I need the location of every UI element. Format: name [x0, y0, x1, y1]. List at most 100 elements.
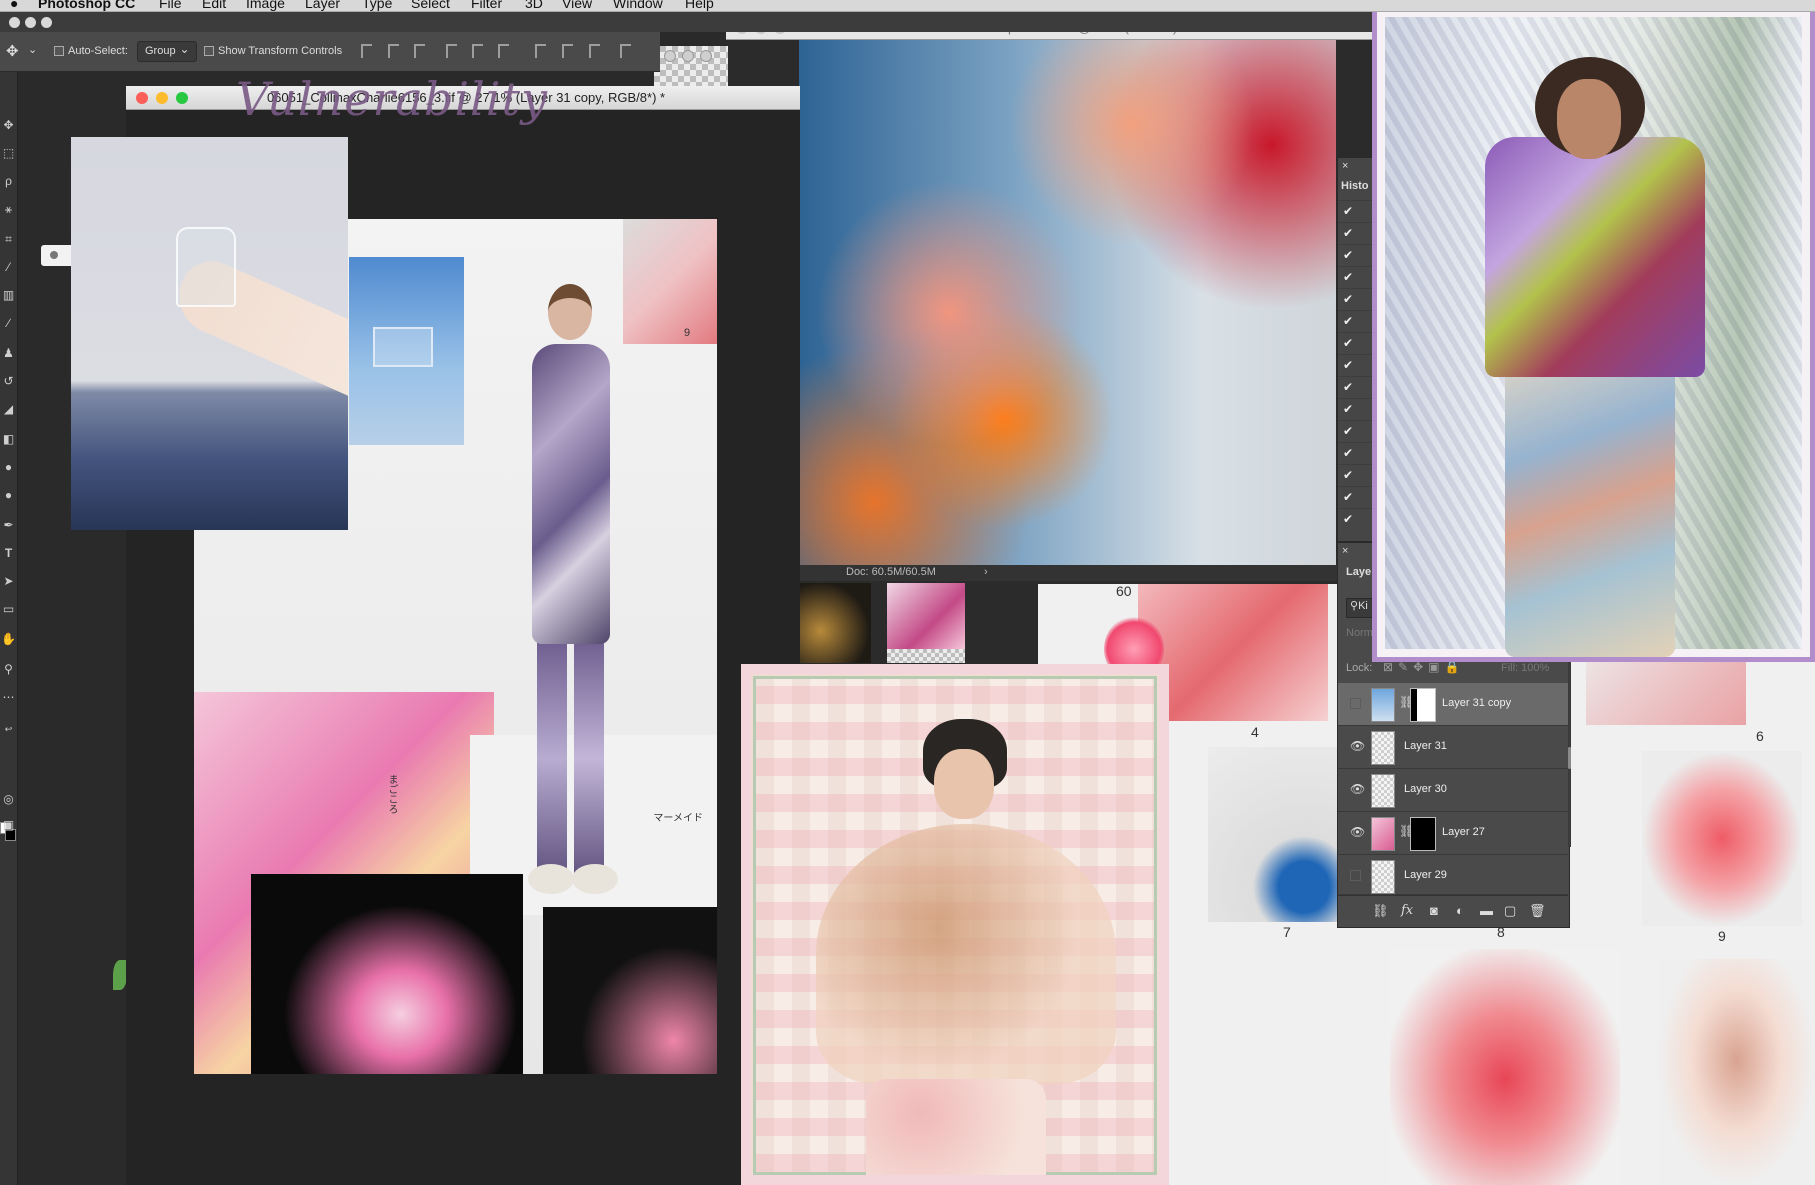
- eye-icon[interactable]: 👁: [1350, 825, 1365, 839]
- apple-icon[interactable]: ●: [10, 0, 18, 11]
- auto-select-checkbox[interactable]: [54, 46, 64, 56]
- inactive-window-button[interactable]: [682, 50, 694, 62]
- lasso-icon[interactable]: ρ: [1, 174, 16, 188]
- layer-name[interactable]: Layer 29: [1404, 869, 1447, 881]
- auto-select-dropdown[interactable]: Group: [137, 41, 197, 62]
- layer-row[interactable]: ⛓ Layer 31 copy: [1338, 683, 1568, 726]
- align-bottom-icon[interactable]: [414, 44, 425, 58]
- stamp-icon[interactable]: ♟: [1, 346, 16, 360]
- layer-row[interactable]: 👁 Layer 30: [1338, 769, 1568, 812]
- app-name[interactable]: Photoshop CC: [38, 0, 135, 11]
- history-state[interactable]: ✔: [1338, 332, 1374, 354]
- layer-mask-thumbnail[interactable]: [1410, 688, 1436, 722]
- align-vcenter-icon[interactable]: [388, 44, 399, 58]
- pen-icon[interactable]: ✒: [1, 518, 16, 532]
- history-state[interactable]: ✔: [1338, 200, 1374, 222]
- layer-row[interactable]: Layer 29: [1338, 855, 1568, 895]
- eye-icon[interactable]: 👁: [1350, 782, 1365, 796]
- zoom-icon[interactable]: ⚲: [1, 662, 16, 676]
- eyedropper-icon[interactable]: ⁄: [1, 260, 16, 274]
- new-layer-icon[interactable]: ▢: [1504, 903, 1516, 919]
- scrollbar-thumb[interactable]: [1568, 747, 1571, 769]
- layer-mask-thumbnail[interactable]: [1410, 817, 1436, 851]
- adjustment-layer-icon[interactable]: ◐: [1456, 903, 1464, 918]
- history-state[interactable]: ✔: [1338, 486, 1374, 508]
- blur-icon[interactable]: ●: [1, 460, 16, 474]
- distribute-vcenter-icon[interactable]: [562, 44, 573, 58]
- collapsed-panel-tab[interactable]: [41, 245, 71, 266]
- marquee-icon[interactable]: ⬚: [1, 146, 16, 160]
- history-state[interactable]: ✔: [1338, 420, 1374, 442]
- frame-zoom-button[interactable]: [41, 17, 52, 28]
- history-state[interactable]: ✔: [1338, 376, 1374, 398]
- align-right-icon[interactable]: [498, 44, 509, 58]
- align-top-icon[interactable]: [361, 44, 372, 58]
- layer-filter-input[interactable]: ⚲Ki: [1346, 598, 1374, 618]
- crop-icon[interactable]: ⌗: [1, 232, 16, 246]
- layer-name[interactable]: Layer 31: [1404, 740, 1447, 752]
- align-hcenter-icon[interactable]: [472, 44, 483, 58]
- screen-mode-icon[interactable]: ▣: [1, 818, 16, 832]
- history-state[interactable]: ✔: [1338, 288, 1374, 310]
- menu-filter[interactable]: Filter: [471, 0, 502, 11]
- history-state[interactable]: ✔: [1338, 442, 1374, 464]
- status-menu-arrow-icon[interactable]: ›: [984, 566, 988, 578]
- inactive-window-button[interactable]: [700, 50, 712, 62]
- close-icon[interactable]: ×: [1342, 160, 1348, 172]
- brush-icon[interactable]: ∕: [1, 316, 16, 330]
- layers-scrollbar[interactable]: [1568, 647, 1571, 847]
- quick-mask-icon[interactable]: ◎: [1, 792, 16, 806]
- distribute-left-icon[interactable]: [620, 44, 631, 58]
- close-icon[interactable]: ×: [1342, 545, 1348, 557]
- move-icon[interactable]: ✥: [1, 118, 16, 132]
- menu-edit[interactable]: Edit: [202, 0, 226, 11]
- layers-panel-title[interactable]: Laye: [1346, 566, 1371, 578]
- dodge-icon[interactable]: ●: [1, 488, 16, 502]
- layer-row[interactable]: 👁 ⛓ Layer 27: [1338, 812, 1568, 855]
- align-left-icon[interactable]: [446, 44, 457, 58]
- eraser-icon[interactable]: ◢: [1, 402, 16, 416]
- history-brush-icon[interactable]: ↺: [1, 374, 16, 388]
- menu-image[interactable]: Image: [246, 0, 285, 11]
- fill-field[interactable]: Fill: 100%: [1501, 662, 1549, 674]
- history-state[interactable]: ✔: [1338, 266, 1374, 288]
- rectangle-icon[interactable]: ▭: [1, 602, 16, 616]
- trash-icon[interactable]: 🗑: [1529, 903, 1546, 919]
- type-icon[interactable]: T: [1, 546, 16, 560]
- history-state[interactable]: ✔: [1338, 310, 1374, 332]
- history-state[interactable]: ✔: [1338, 508, 1374, 530]
- history-panel-title[interactable]: Histo: [1341, 180, 1369, 192]
- magic-wand-icon[interactable]: ⚹: [1, 202, 16, 216]
- frame-minimize-button[interactable]: [25, 17, 36, 28]
- menu-window[interactable]: Window: [613, 0, 663, 11]
- distribute-top-icon[interactable]: [535, 44, 546, 58]
- fx-icon[interactable]: fx: [1401, 903, 1413, 918]
- history-state[interactable]: ✔: [1338, 354, 1374, 376]
- menu-type[interactable]: Type: [362, 0, 392, 11]
- menu-layer[interactable]: Layer: [305, 0, 340, 11]
- transform-controls-checkbox[interactable]: [204, 46, 214, 56]
- distribute-bottom-icon[interactable]: [589, 44, 600, 58]
- history-state[interactable]: ✔: [1338, 464, 1374, 486]
- link-layers-icon[interactable]: ⛓: [1372, 903, 1389, 919]
- eye-icon[interactable]: 👁: [1350, 739, 1365, 753]
- menu-select[interactable]: Select: [411, 0, 450, 11]
- move-tool-icon[interactable]: ✥: [6, 42, 19, 60]
- hand-icon[interactable]: ✋: [1, 632, 16, 646]
- new-group-icon[interactable]: ▬: [1480, 903, 1493, 918]
- history-state[interactable]: ✔: [1338, 244, 1374, 266]
- menu-3d[interactable]: 3D: [525, 0, 543, 11]
- gradient-icon[interactable]: ◧: [1, 432, 16, 446]
- history-state[interactable]: ✔: [1338, 398, 1374, 420]
- blend-mode-dropdown[interactable]: Norm: [1346, 627, 1374, 647]
- history-state[interactable]: ✔: [1338, 222, 1374, 244]
- layer-name[interactable]: Layer 30: [1404, 783, 1447, 795]
- visibility-toggle[interactable]: [1350, 870, 1361, 881]
- add-mask-icon[interactable]: ◙: [1430, 903, 1438, 918]
- frame-close-button[interactable]: [9, 17, 20, 28]
- swap-colors-icon[interactable]: ↩: [1, 722, 16, 736]
- path-select-icon[interactable]: ➤: [1, 574, 16, 588]
- menu-file[interactable]: File: [159, 0, 182, 11]
- more-icon[interactable]: ⋯: [1, 690, 16, 704]
- menu-help[interactable]: Help: [685, 0, 714, 11]
